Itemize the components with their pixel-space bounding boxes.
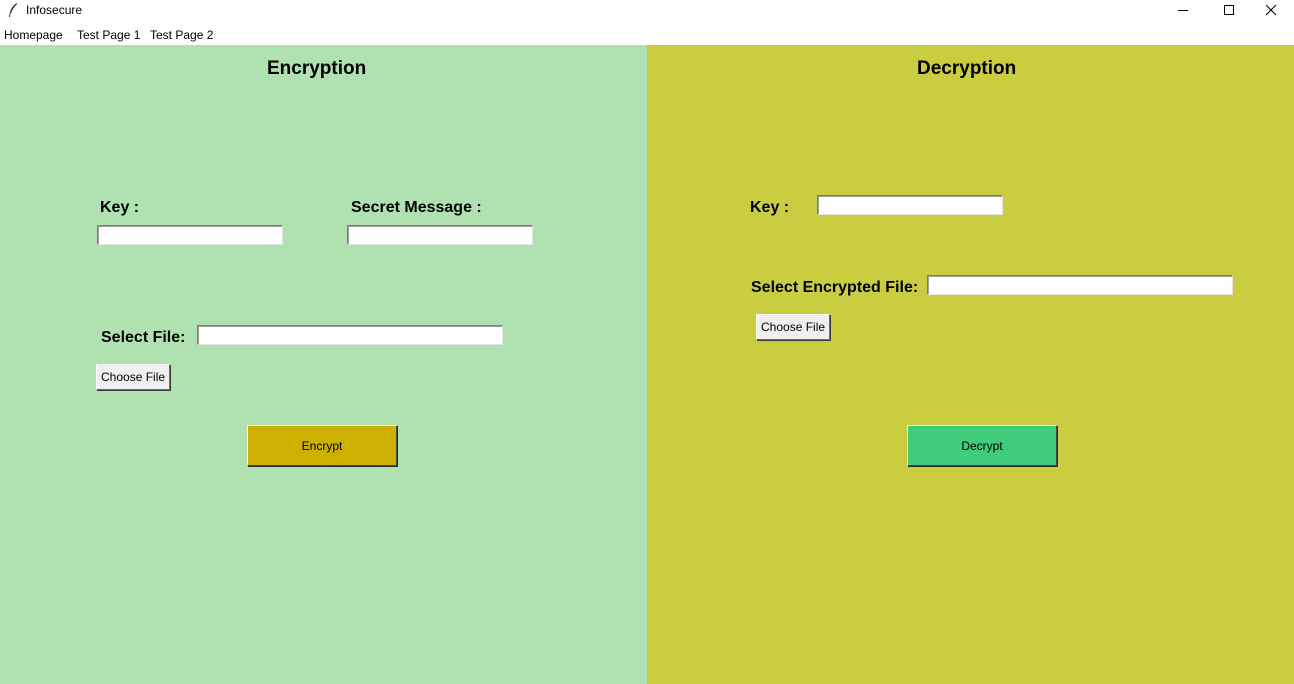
decryption-key-label: Key :	[750, 199, 790, 216]
secret-message-input[interactable]	[347, 225, 533, 245]
menu-homepage[interactable]: Homepage	[4, 28, 63, 42]
menu-test-page-2[interactable]: Test Page 2	[150, 28, 213, 42]
secret-message-label: Secret Message :	[351, 199, 482, 216]
encrypt-button[interactable]: Encrypt	[247, 425, 397, 466]
minimize-button[interactable]	[1160, 0, 1206, 20]
select-file-input[interactable]	[197, 325, 503, 345]
feather-icon	[9, 3, 17, 17]
select-encrypted-file-label: Select Encrypted File:	[751, 279, 919, 296]
menu-test-page-1[interactable]: Test Page 1	[77, 28, 140, 42]
encryption-key-input[interactable]	[97, 225, 283, 245]
decryption-key-input[interactable]	[817, 195, 1003, 215]
decrypt-button[interactable]: Decrypt	[907, 425, 1057, 466]
encryption-key-label: Key :	[100, 199, 140, 216]
close-icon	[1265, 4, 1277, 16]
maximize-button[interactable]	[1206, 0, 1252, 20]
minimize-icon	[1178, 10, 1188, 11]
window-title: Infosecure	[26, 3, 83, 17]
maximize-icon	[1224, 5, 1234, 15]
decryption-choose-file-button[interactable]: Choose File	[756, 314, 831, 340]
select-file-label: Select File:	[101, 329, 186, 346]
encryption-heading: Encryption	[267, 58, 367, 79]
encryption-choose-file-button[interactable]: Choose File	[96, 364, 171, 390]
close-button[interactable]	[1248, 0, 1294, 20]
title-bar: Infosecure	[0, 0, 1294, 20]
encryption-panel: Encryption Key : Secret Message : Select…	[0, 45, 647, 684]
select-encrypted-file-input[interactable]	[927, 275, 1233, 295]
decryption-heading: Decryption	[917, 58, 1017, 79]
decryption-panel: Decryption Key : Select Encrypted File: …	[647, 45, 1294, 684]
menu-bar: Homepage Test Page 1 Test Page 2	[0, 25, 1294, 45]
